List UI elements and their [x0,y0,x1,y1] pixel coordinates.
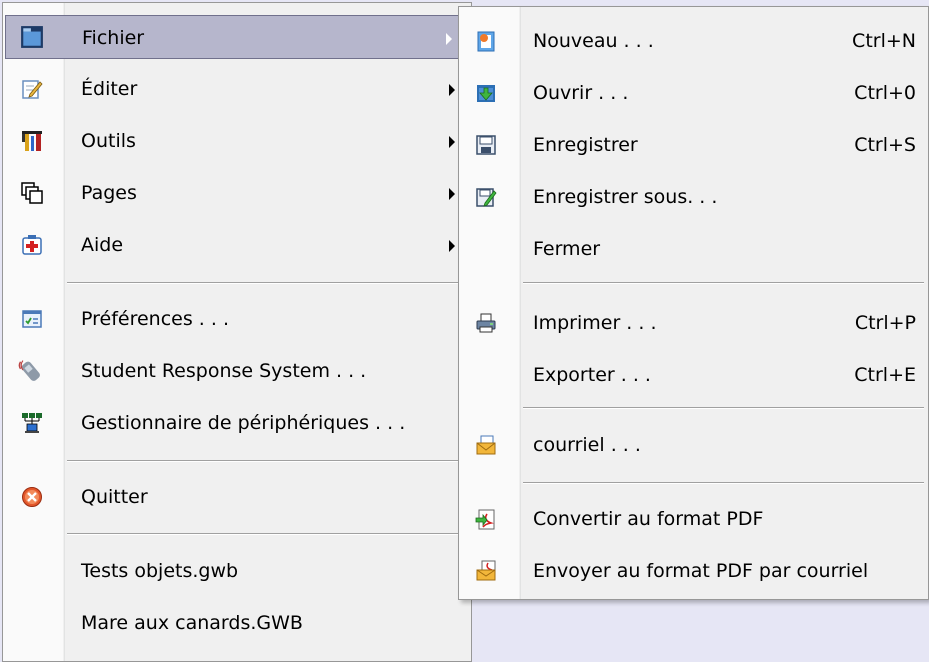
menu-separator [67,460,467,462]
keyboard-shortcut: Ctrl+0 [854,82,916,104]
submenu-arrow-icon [449,240,455,252]
menu-item-recent-file[interactable]: Mare aux canards.GWB [5,601,469,645]
menu-item-label: Éditer [81,78,138,100]
menu-separator [67,282,467,284]
submenu-item-label: Envoyer au format PDF par courriel [533,560,869,582]
preferences-icon [22,310,42,328]
submenu-arrow-icon [449,84,455,96]
keyboard-shortcut: Ctrl+P [854,312,916,334]
edit-icon [22,80,43,99]
submenu-item-label: Nouveau . . . [533,30,654,52]
submenu-arrow-icon [449,136,455,148]
open-icon [477,85,495,102]
submenu-item-label: courriel . . . [533,434,641,456]
menu-item-label: Pages [81,182,137,204]
folder-icon [21,26,43,48]
main-menu: Fichier Éditer Outils Pages Aide Préfére… [2,2,472,662]
menu-item-fichier[interactable]: Fichier [5,15,467,59]
submenu-item-label: Imprimer . . . [533,312,657,334]
pages-icon [21,182,43,204]
menu-item-student-response-system[interactable]: Student Response System . . . [5,349,469,393]
submenu-item-ouvrir[interactable]: Ouvrir . . . Ctrl+0 [461,71,926,115]
menu-item-label: Quitter [81,486,148,508]
menu-item-label: Gestionnaire de périphériques . . . [81,412,406,434]
quit-icon [22,487,42,507]
submenu-item-envoyer-pdf[interactable]: Envoyer au format PDF par courriel [461,549,926,593]
submenu-item-label: Exporter . . . [533,364,651,386]
menu-item-label: Aide [81,234,124,256]
menu-item-pages[interactable]: Pages [5,171,469,215]
menu-item-label: Mare aux canards.GWB [81,612,303,634]
submenu-arrow-icon [446,33,452,45]
submenu-item-label: Enregistrer sous. . . [533,186,718,208]
save-as-icon [476,188,497,207]
menu-separator [523,282,924,284]
submenu-item-fermer[interactable]: Fermer [461,227,926,271]
menu-item-label: Fichier [82,27,145,49]
menu-item-recent-file[interactable]: Tests objets.gwb [5,549,469,593]
keyboard-shortcut: Ctrl+N [852,30,916,52]
submenu-item-label: Fermer [533,238,601,260]
device-manager-icon [22,413,42,433]
submenu-item-convertir-pdf[interactable]: Convertir au format PDF [461,497,926,541]
tools-icon [22,131,42,151]
menu-item-device-manager[interactable]: Gestionnaire de périphériques . . . [5,401,469,445]
submenu-item-label: Ouvrir . . . [533,82,629,104]
menu-separator [67,533,467,535]
menu-item-aide[interactable]: Aide [5,223,469,267]
menu-item-preferences[interactable]: Préférences . . . [5,297,469,341]
keyboard-shortcut: Ctrl+S [854,134,916,156]
menu-item-label: Préférences . . . [81,308,229,330]
submenu-item-label: Convertir au format PDF [533,508,764,530]
convert-pdf-icon [475,509,495,530]
help-icon [22,235,42,255]
response-system-icon [18,360,40,381]
email-icon [476,435,496,455]
submenu-item-enregistrer-sous[interactable]: Enregistrer sous. . . [461,175,926,219]
menu-item-quitter[interactable]: Quitter [5,475,469,519]
keyboard-shortcut: Ctrl+E [854,364,916,386]
submenu-item-imprimer[interactable]: Imprimer . . . Ctrl+P [461,301,926,345]
menu-separator [523,482,924,484]
fichier-submenu: Nouveau . . . Ctrl+N Ouvrir . . . Ctrl+0… [458,6,929,600]
save-icon [476,135,496,155]
submenu-item-nouveau[interactable]: Nouveau . . . Ctrl+N [461,19,926,63]
menu-separator [523,407,924,409]
menu-item-label: Tests objets.gwb [81,560,239,582]
new-document-icon [477,31,495,52]
menu-item-label: Student Response System . . . [81,360,367,382]
submenu-item-enregistrer[interactable]: Enregistrer Ctrl+S [461,123,926,167]
menu-item-editer[interactable]: Éditer [5,67,469,111]
menu-item-label: Outils [81,130,136,152]
print-icon [476,313,496,333]
submenu-item-courriel[interactable]: courriel . . . [461,423,926,467]
submenu-item-exporter[interactable]: Exporter . . . Ctrl+E [461,353,926,397]
email-pdf-icon [476,560,496,581]
menu-item-outils[interactable]: Outils [5,119,469,163]
submenu-arrow-icon [449,188,455,200]
submenu-item-label: Enregistrer [533,134,638,156]
